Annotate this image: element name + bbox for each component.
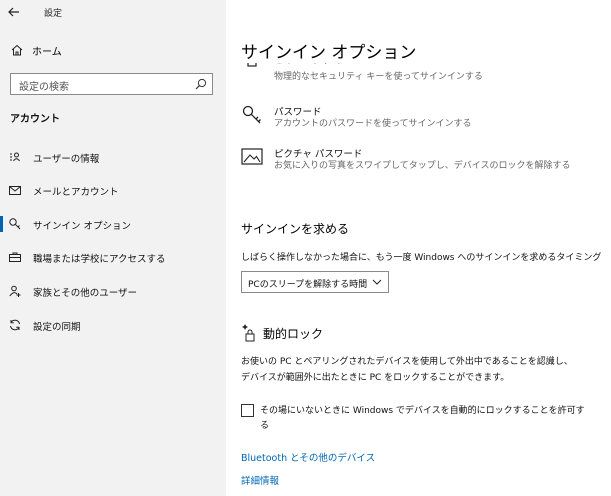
dynamic-lock-checkbox[interactable] bbox=[241, 404, 254, 417]
sidebar-item-label: 設定の同期 bbox=[33, 322, 81, 333]
home-label: ホーム bbox=[32, 46, 62, 58]
option-desc: 物理的なセキュリティ キーを使ってサインインする bbox=[274, 72, 483, 82]
sidebar-item-family[interactable]: 家族とその他のユーザー bbox=[0, 279, 226, 303]
page-title: サインイン オプション bbox=[241, 38, 423, 63]
require-signin-desc: しばらく操作しなかった場合に、もう一度 Windows へのサインインを求めるタ… bbox=[241, 253, 602, 263]
active-indicator bbox=[0, 216, 3, 232]
dynamic-lock-checkbox-row[interactable]: その場にいないときに Windows でデバイスを自動的にロックすることを許可す… bbox=[241, 404, 601, 434]
dropdown-value: PCのスリープを解除する時間 bbox=[248, 280, 368, 290]
search-input[interactable]: 設定の検索 bbox=[10, 73, 213, 95]
title-bar: 設定 bbox=[0, 0, 226, 24]
back-arrow-icon[interactable] bbox=[6, 4, 22, 20]
sidebar-item-label: ユーザーの情報 bbox=[33, 154, 100, 165]
sidebar-item-signin-options[interactable]: サインイン オプション bbox=[0, 212, 226, 236]
sidebar-item-user-info[interactable]: ユーザーの情報 bbox=[0, 145, 226, 169]
require-signin-dropdown[interactable]: PCのスリープを解除する時間 bbox=[241, 271, 389, 293]
sidebar-item-label: 職場または学校にアクセスする bbox=[33, 254, 166, 265]
sync-icon bbox=[10, 319, 20, 331]
user-info-icon bbox=[10, 152, 20, 162]
more-info-link[interactable]: 詳細情報 bbox=[241, 473, 279, 487]
briefcase-icon bbox=[9, 252, 21, 262]
option-desc: アカウントのパスワードを使ってサインインする bbox=[274, 119, 472, 129]
option-title: パスワード bbox=[274, 107, 322, 118]
sidebar-item-label: サインイン オプション bbox=[33, 221, 132, 232]
key-icon bbox=[9, 218, 21, 230]
dynamic-lock-icon bbox=[242, 324, 255, 342]
sidebar-item-label: メールとアカウント bbox=[33, 187, 119, 198]
sidebar: 設定 ホーム 設定の検索 アカウント ユーザーの情報 メールとアカウント サイン… bbox=[0, 0, 226, 496]
search-icon[interactable] bbox=[194, 77, 208, 91]
sidebar-item-work-school[interactable]: 職場または学校にアクセスする bbox=[0, 245, 226, 269]
main-content: サインイン オプション セキュリティ キー 物理的なセキュリティ キーを使ってサ… bbox=[226, 0, 611, 496]
home-nav-item[interactable]: ホーム bbox=[10, 41, 210, 59]
checkbox-label: その場にいないときに Windows でデバイスを自動的にロックすることを許可す… bbox=[260, 406, 585, 431]
picture-password-option[interactable]: ピクチャ パスワード お気に入りの写真をスワイプしてタップし、デバイスのロックを… bbox=[241, 146, 601, 190]
bluetooth-link[interactable]: Bluetooth とその他のデバイス bbox=[241, 450, 375, 464]
app-title: 設定 bbox=[44, 9, 63, 19]
dynamic-lock-header: 動的ロック bbox=[241, 324, 441, 344]
require-signin-heading: サインインを求める bbox=[241, 222, 350, 236]
dynamic-lock-heading: 動的ロック bbox=[263, 327, 324, 341]
home-icon bbox=[11, 44, 23, 56]
mail-icon bbox=[9, 186, 21, 195]
search-placeholder: 設定の検索 bbox=[19, 82, 69, 93]
key-icon bbox=[242, 105, 261, 124]
option-title: ピクチャ パスワード bbox=[274, 149, 363, 160]
password-option[interactable]: パスワード アカウントのパスワードを使ってサインインする bbox=[241, 104, 601, 134]
sidebar-item-mail[interactable]: メールとアカウント bbox=[0, 178, 226, 202]
chevron-down-icon bbox=[372, 279, 382, 285]
section-title: アカウント bbox=[10, 114, 60, 125]
dynamic-lock-desc: お使いの PC とペアリングされたデバイスを使用して外出中であることを認識し、デ… bbox=[241, 357, 573, 383]
option-desc: お気に入りの写真をスワイプしてタップし、デバイスのロックを解除する bbox=[274, 161, 571, 171]
sidebar-item-sync[interactable]: 設定の同期 bbox=[0, 313, 226, 337]
person-add-icon bbox=[9, 285, 21, 297]
sidebar-item-label: 家族とその他のユーザー bbox=[33, 288, 138, 299]
picture-icon bbox=[241, 148, 263, 165]
